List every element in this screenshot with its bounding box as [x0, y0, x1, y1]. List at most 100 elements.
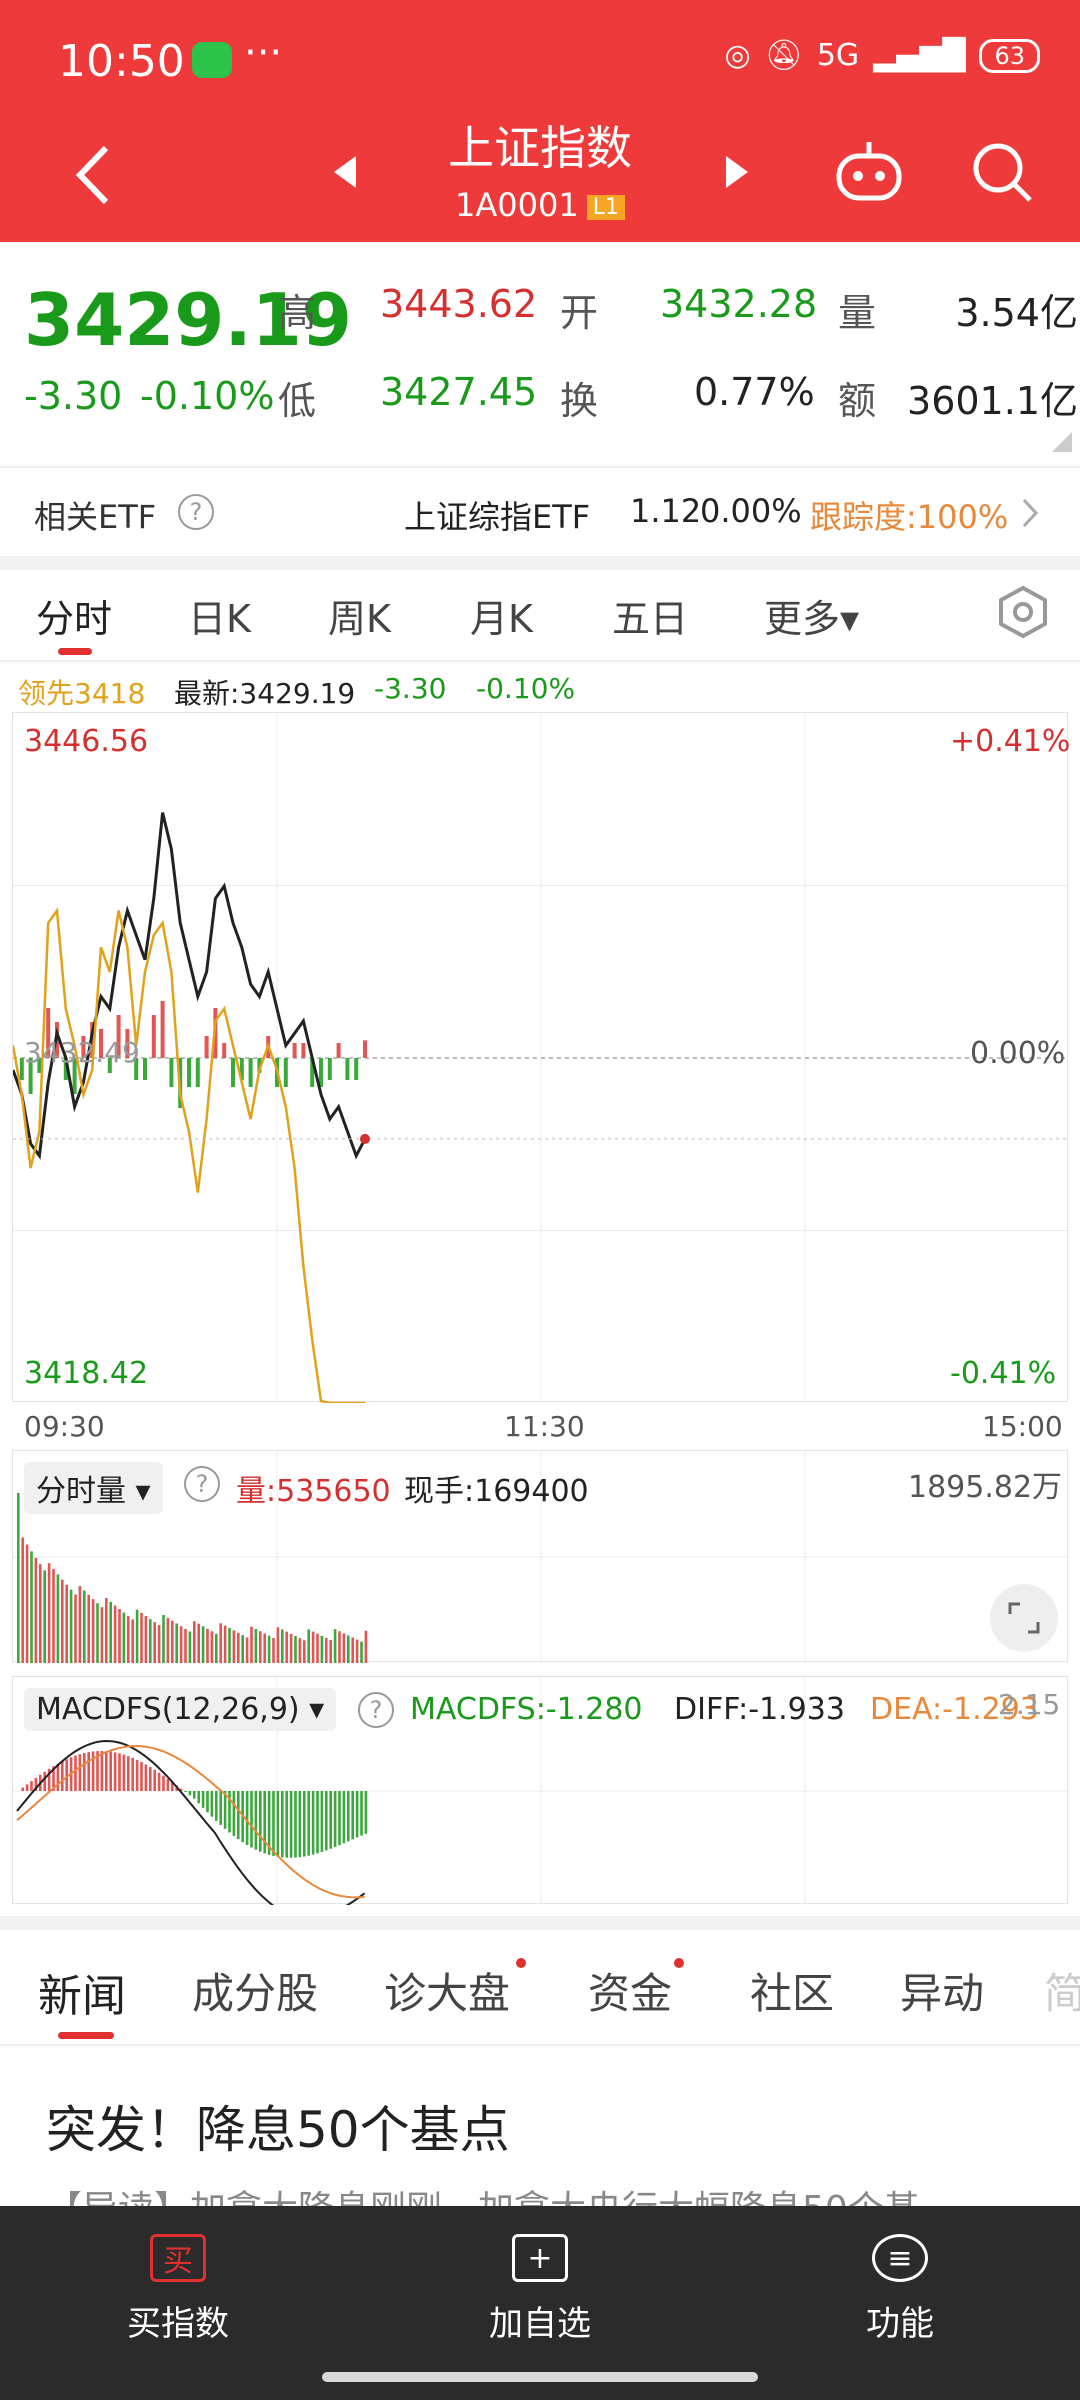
change-bar [327, 1058, 332, 1080]
add-watchlist-button[interactable]: + 加自选 [390, 2234, 690, 2345]
high-label: 高 [278, 291, 317, 335]
notification-dot [516, 1958, 526, 1968]
macd-max-label: 2.15 [998, 1688, 1061, 1721]
axis-top-price: 3446.56 [24, 724, 149, 759]
tab-news[interactable]: 新闻 [38, 1960, 126, 2024]
macd-bar [316, 1791, 319, 1854]
news-headline[interactable]: 突发！降息50个基点 [46, 2090, 510, 2162]
tab-daily-k[interactable]: 日K [188, 588, 251, 643]
diff-value: DIFF:-1.933 [674, 1692, 845, 1727]
macd-bar [333, 1791, 337, 1847]
volume-bar [113, 1605, 117, 1663]
macd-bar [338, 1791, 341, 1846]
volume-indicator-label: 分时量 [36, 1474, 126, 1509]
axis-time-start: 09:30 [24, 1410, 105, 1443]
change-bar [143, 1058, 147, 1080]
macd-bar [219, 1791, 222, 1825]
macd-bar [144, 1764, 148, 1791]
volume-bar [122, 1612, 126, 1663]
tab-diagnosis[interactable]: 诊大盘 [384, 1960, 510, 2021]
related-etf-row[interactable]: 相关ETF ? 上证综指ETF 1.12 0.00% 跟踪度:100% [0, 468, 1080, 556]
volume-bar [210, 1631, 214, 1663]
bottom-action-bar: 买 买指数 + 加自选 ≡ 功能 [0, 2206, 1080, 2400]
open-value: 3432.28 [660, 282, 818, 326]
tab-more[interactable]: 更多▾ [764, 588, 859, 643]
volume-bar [355, 1639, 359, 1663]
change-bar [222, 1043, 227, 1058]
macd-bar [364, 1791, 368, 1834]
volume-max-label: 1895.82万 [908, 1470, 1063, 1505]
macd-value: MACDFS:-1.280 [410, 1692, 643, 1727]
axis-time-mid: 11:30 [504, 1410, 585, 1443]
change-legend: -3.30 [374, 672, 447, 705]
tab-weekly-k[interactable]: 周K [328, 588, 391, 643]
volume-help-icon[interactable]: ? [184, 1466, 220, 1502]
macd-bar [184, 1791, 187, 1793]
volume-bar [197, 1623, 200, 1663]
help-icon[interactable]: ? [178, 494, 214, 530]
volume-bar [78, 1586, 82, 1663]
fullscreen-button[interactable] [990, 1584, 1058, 1652]
change-bar [301, 1043, 306, 1058]
next-stock-button[interactable] [724, 152, 752, 196]
tab-community[interactable]: 社区 [750, 1960, 834, 2021]
buy-index-button[interactable]: 买 买指数 [28, 2234, 328, 2345]
volume-bar [17, 1493, 20, 1663]
axis-top-pct: +0.41% [950, 724, 1071, 759]
macd-indicator-label: MACDFS(12,26,9) [36, 1692, 300, 1727]
volume-bar [311, 1631, 315, 1663]
price-change-pct: -0.10% [140, 374, 275, 418]
amount-value: 3601.1亿 [907, 379, 1078, 423]
volume-indicator-select[interactable]: 分时量 ▾ [24, 1462, 163, 1514]
macd-help-icon[interactable]: ? [358, 1692, 394, 1728]
macd-bar [83, 1753, 86, 1791]
volume-bar [338, 1631, 341, 1663]
macd-indicator-select[interactable]: MACDFS(12,26,9) ▾ [24, 1688, 337, 1731]
status-time: 10:50 [58, 36, 185, 87]
volume-bar [175, 1623, 178, 1663]
tab-monthly-k[interactable]: 月K [470, 588, 533, 643]
lead-line [11, 907, 365, 1405]
macd-bar [149, 1767, 152, 1791]
tab-five-day[interactable]: 五日 [612, 588, 688, 643]
signal-icon: 5G [816, 38, 860, 73]
price-change: -3.30 [24, 374, 123, 418]
volume-bar [237, 1632, 240, 1663]
robot-icon [836, 142, 902, 201]
macd-bar [166, 1778, 170, 1791]
expand-corner-icon[interactable] [1052, 432, 1072, 452]
volume-bar [140, 1612, 143, 1663]
current-hand-label: 现手:169400 [404, 1474, 589, 1509]
intraday-chart[interactable] [11, 712, 1069, 1405]
macd-bar [122, 1754, 126, 1791]
macd-bar [118, 1753, 121, 1791]
change-bar [336, 1043, 341, 1058]
volume-bar [109, 1601, 112, 1663]
macd-bar [360, 1791, 363, 1836]
tab-intraday[interactable]: 分时 [36, 588, 112, 643]
settings-icon[interactable] [996, 584, 1050, 640]
tab-funds[interactable]: 资金 [588, 1960, 672, 2021]
macd-bar [355, 1791, 359, 1838]
search-button[interactable] [970, 140, 1034, 208]
volume-bar [360, 1641, 363, 1663]
change-bar [354, 1058, 359, 1080]
tab-brief[interactable]: 简 [1044, 1960, 1080, 2021]
robot-assistant-button[interactable] [834, 138, 904, 208]
change-bar [204, 1036, 209, 1058]
volume-bar [228, 1628, 231, 1663]
volume-bar [135, 1609, 139, 1663]
price-line [11, 812, 367, 1160]
volume-bar [351, 1637, 354, 1663]
macd-bar [351, 1791, 354, 1840]
volume-bar [43, 1570, 46, 1663]
functions-button[interactable]: ≡ 功能 [750, 2234, 1050, 2345]
tab-abnormal[interactable]: 异动 [900, 1960, 984, 2021]
macd-bar [100, 1751, 104, 1791]
tab-constituents[interactable]: 成分股 [192, 1960, 318, 2021]
search-icon [973, 143, 1032, 202]
macd-bar [206, 1791, 209, 1813]
volume-bar [316, 1633, 319, 1663]
macd-bar [127, 1756, 130, 1791]
axis-mid-price: 3432.49 [24, 1036, 140, 1069]
